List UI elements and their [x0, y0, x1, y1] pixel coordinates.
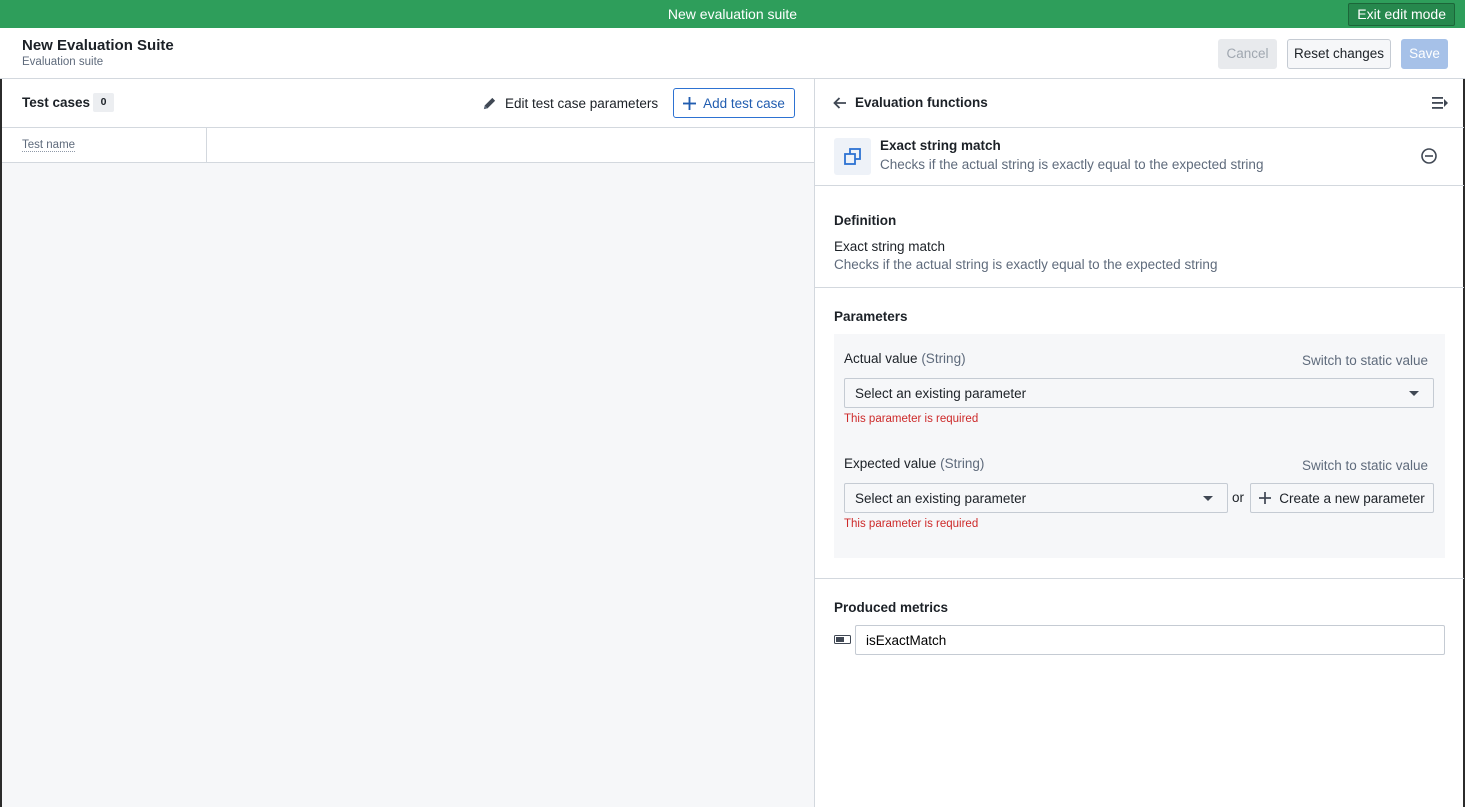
evaluation-functions-header: Evaluation functions	[815, 79, 1464, 128]
exit-edit-mode-button[interactable]: Exit edit mode	[1348, 3, 1455, 26]
plus-icon	[683, 96, 697, 110]
parameters-title: Parameters	[834, 309, 908, 324]
edit-mode-banner: New evaluation suite Exit edit mode	[0, 0, 1465, 28]
actual-value-label: Actual value (String)	[844, 351, 966, 366]
edit-test-case-parameters-button[interactable]: Edit test case parameters	[482, 93, 658, 113]
expected-value-error: This parameter is required	[844, 518, 979, 530]
produced-metrics-section: Produced metrics	[815, 579, 1464, 699]
add-test-case-label: Add test case	[703, 95, 785, 111]
expected-value-select-text: Select an existing parameter	[855, 491, 1027, 506]
edit-test-case-parameters-label: Edit test case parameters	[505, 95, 659, 111]
create-new-parameter-label: Create a new parameter	[1279, 490, 1425, 506]
expected-value-label-text: Expected value	[844, 456, 937, 471]
reset-changes-button[interactable]: Reset changes	[1287, 39, 1391, 69]
actual-value-type: (String)	[921, 351, 966, 366]
column-header-test-name[interactable]: Test name	[22, 139, 76, 152]
expected-value-type: (String)	[940, 456, 985, 471]
metric-name-input[interactable]	[855, 625, 1445, 655]
expected-value-select[interactable]: Select an existing parameter	[844, 483, 1228, 513]
actual-value-select[interactable]: Select an existing parameter	[844, 378, 1434, 408]
actual-value-error: This parameter is required	[844, 413, 979, 425]
definition-name: Exact string match	[834, 239, 946, 254]
page-title: New Evaluation Suite	[22, 37, 174, 54]
expected-value-label: Expected value (String)	[844, 456, 984, 471]
caret-down-icon	[1203, 496, 1213, 501]
banner-title: New evaluation suite	[667, 6, 798, 22]
evaluation-function-item[interactable]: Exact string match Checks if the actual …	[815, 128, 1464, 186]
function-name: Exact string match	[880, 138, 1001, 153]
definition-title: Definition	[834, 213, 897, 228]
test-cases-count-badge: 0	[93, 93, 114, 112]
actual-value-switch-static-link[interactable]: Switch to static value	[1302, 353, 1428, 368]
definition-section: Definition Exact string match Checks if …	[815, 186, 1464, 288]
column-divider[interactable]	[206, 128, 207, 163]
actual-value-select-text: Select an existing parameter	[855, 386, 1027, 401]
collapse-panel-icon[interactable]	[1431, 95, 1449, 111]
parameters-section: Parameters Actual value (String) Switch …	[815, 288, 1464, 579]
metric-boolean-icon	[834, 635, 851, 644]
add-test-case-button[interactable]: Add test case	[673, 88, 795, 118]
parameters-box: Actual value (String) Switch to static v…	[834, 334, 1445, 558]
save-button[interactable]: Save	[1401, 39, 1448, 69]
evaluation-functions-panel: Evaluation functions Exact string match …	[814, 79, 1465, 807]
or-label: or	[1232, 490, 1245, 505]
caret-down-icon	[1409, 391, 1419, 396]
expected-value-switch-static-link[interactable]: Switch to static value	[1302, 458, 1428, 473]
remove-circle-icon[interactable]	[1420, 147, 1438, 165]
cancel-button[interactable]: Cancel	[1218, 39, 1277, 69]
actual-value-label-text: Actual value	[844, 351, 918, 366]
function-icon-box	[834, 138, 871, 175]
test-cases-toolbar: Test cases 0 Edit test case parameters A…	[2, 79, 814, 128]
table-header: Test name	[2, 128, 814, 163]
arrow-left-icon[interactable]	[832, 95, 848, 111]
produced-metrics-title: Produced metrics	[834, 600, 949, 615]
function-description: Checks if the actual string is exactly e…	[880, 157, 1264, 172]
test-cases-panel: Test cases 0 Edit test case parameters A…	[0, 79, 814, 807]
duplicate-icon	[844, 148, 861, 165]
plus-icon	[1259, 492, 1272, 504]
test-cases-title: Test cases	[22, 95, 91, 110]
create-new-parameter-button[interactable]: Create a new parameter	[1250, 483, 1434, 513]
page-header: New Evaluation Suite Evaluation suite Ca…	[0, 28, 1465, 79]
page-subtitle: Evaluation suite	[22, 56, 104, 68]
evaluation-functions-title: Evaluation functions	[855, 95, 988, 110]
pencil-icon	[483, 97, 496, 109]
definition-description: Checks if the actual string is exactly e…	[834, 257, 1218, 272]
